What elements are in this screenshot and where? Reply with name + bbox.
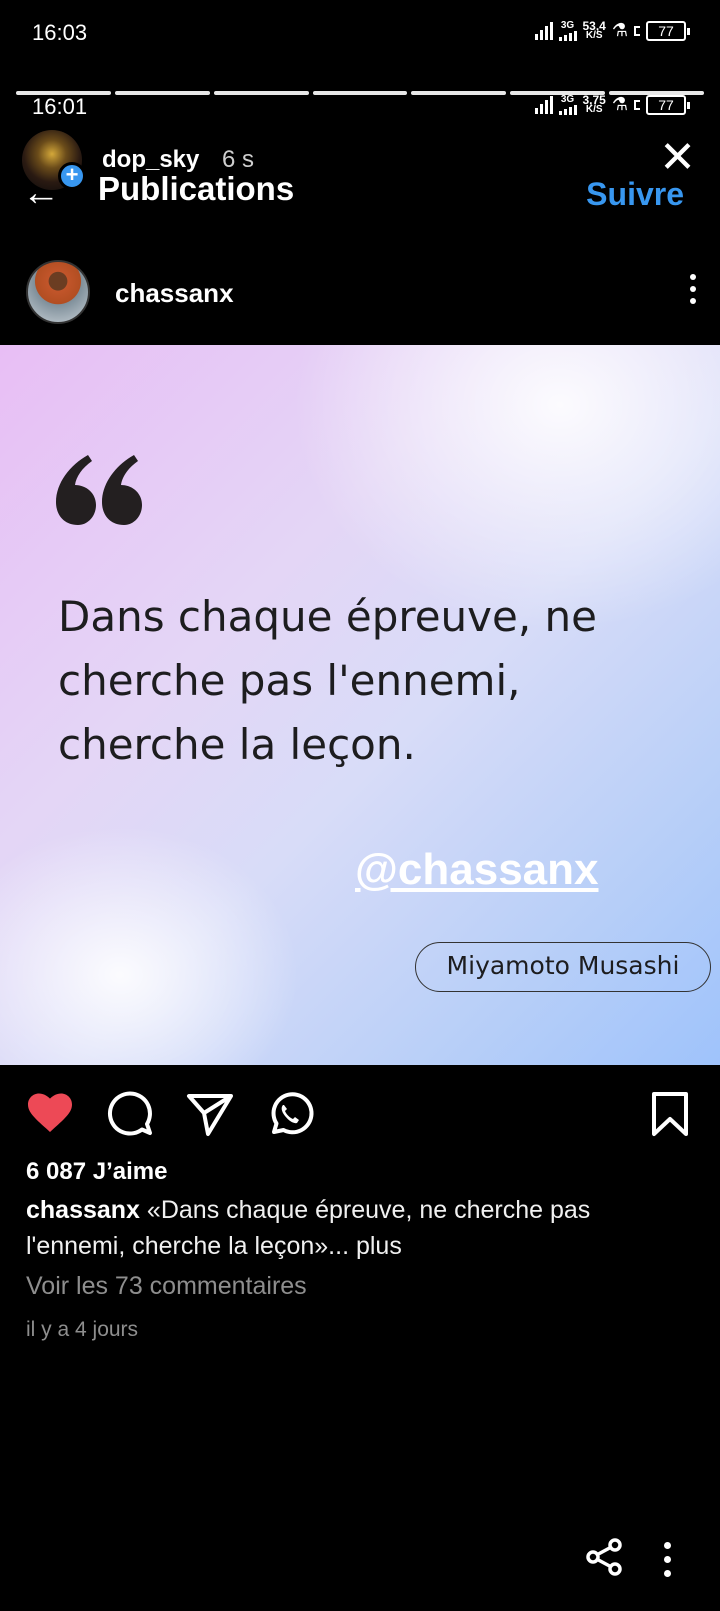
post-image[interactable]: Dans chaque épreuve, ne cherche pas l'en… (0, 345, 720, 1065)
quote-mark-icon (56, 455, 142, 525)
share-icon[interactable] (584, 1537, 624, 1577)
more-icon[interactable] (690, 274, 696, 304)
whatsapp-icon[interactable] (266, 1090, 314, 1138)
image-handle: @chassanx (355, 845, 599, 894)
battery-icon: 77 (646, 94, 690, 115)
flask-icon: ⚗ (611, 94, 628, 114)
back-arrow-icon[interactable]: ← (22, 174, 60, 212)
view-comments-link[interactable]: Voir les 73 commentaires (26, 1272, 307, 1301)
network-indicator: 3G (558, 20, 577, 41)
network-indicator: 3G (558, 94, 577, 115)
status-time: 16:03 (32, 20, 88, 45)
comment-icon[interactable] (106, 1090, 154, 1138)
status-bar: 16:03 3G 53,4 K/S ⚗ 77 (0, 20, 720, 60)
flask-icon: ⚗ (611, 20, 628, 40)
story-status-icons: 3G 3,75 K/S ⚗ 77 (534, 92, 690, 115)
author-badge: Miyamoto Musashi (415, 942, 711, 992)
story-status-time: 16:01 (32, 94, 88, 119)
post-username[interactable]: chassanx (115, 278, 234, 309)
post-caption: chassanx «Dans chaque épreuve, ne cherch… (26, 1192, 696, 1264)
avatar[interactable] (26, 260, 90, 324)
network-speed: 53,4 K/S (582, 18, 606, 41)
heart-icon[interactable] (26, 1090, 74, 1138)
signal-icon (534, 21, 553, 40)
close-icon[interactable]: ✕ (659, 136, 696, 180)
bookmark-icon[interactable] (646, 1090, 694, 1138)
story-header: + ← dop_sky 6 s Publications ✕ Suivre (0, 126, 720, 216)
page-title: Publications (98, 170, 295, 207)
send-icon[interactable] (186, 1090, 234, 1138)
more-link[interactable]: plus (349, 1232, 402, 1260)
add-icon: + (58, 162, 86, 190)
like-count[interactable]: 6 087 J’aime (26, 1158, 167, 1186)
action-bar (0, 1090, 720, 1140)
quote-text: Dans chaque épreuve, ne cherche pas l'en… (58, 592, 598, 769)
follow-button[interactable]: Suivre (586, 176, 684, 213)
post-header: chassanx (0, 258, 720, 328)
network-speed: 3,75 K/S (582, 92, 606, 115)
status-icons: 3G 53,4 K/S ⚗ 77 (534, 18, 690, 41)
post-timestamp: il y a 4 jours (26, 1318, 139, 1341)
signal-icon (534, 95, 553, 114)
caption-username[interactable]: chassanx (26, 1196, 140, 1224)
battery-icon: 77 (646, 20, 690, 41)
more-options-icon[interactable] (664, 1542, 671, 1577)
